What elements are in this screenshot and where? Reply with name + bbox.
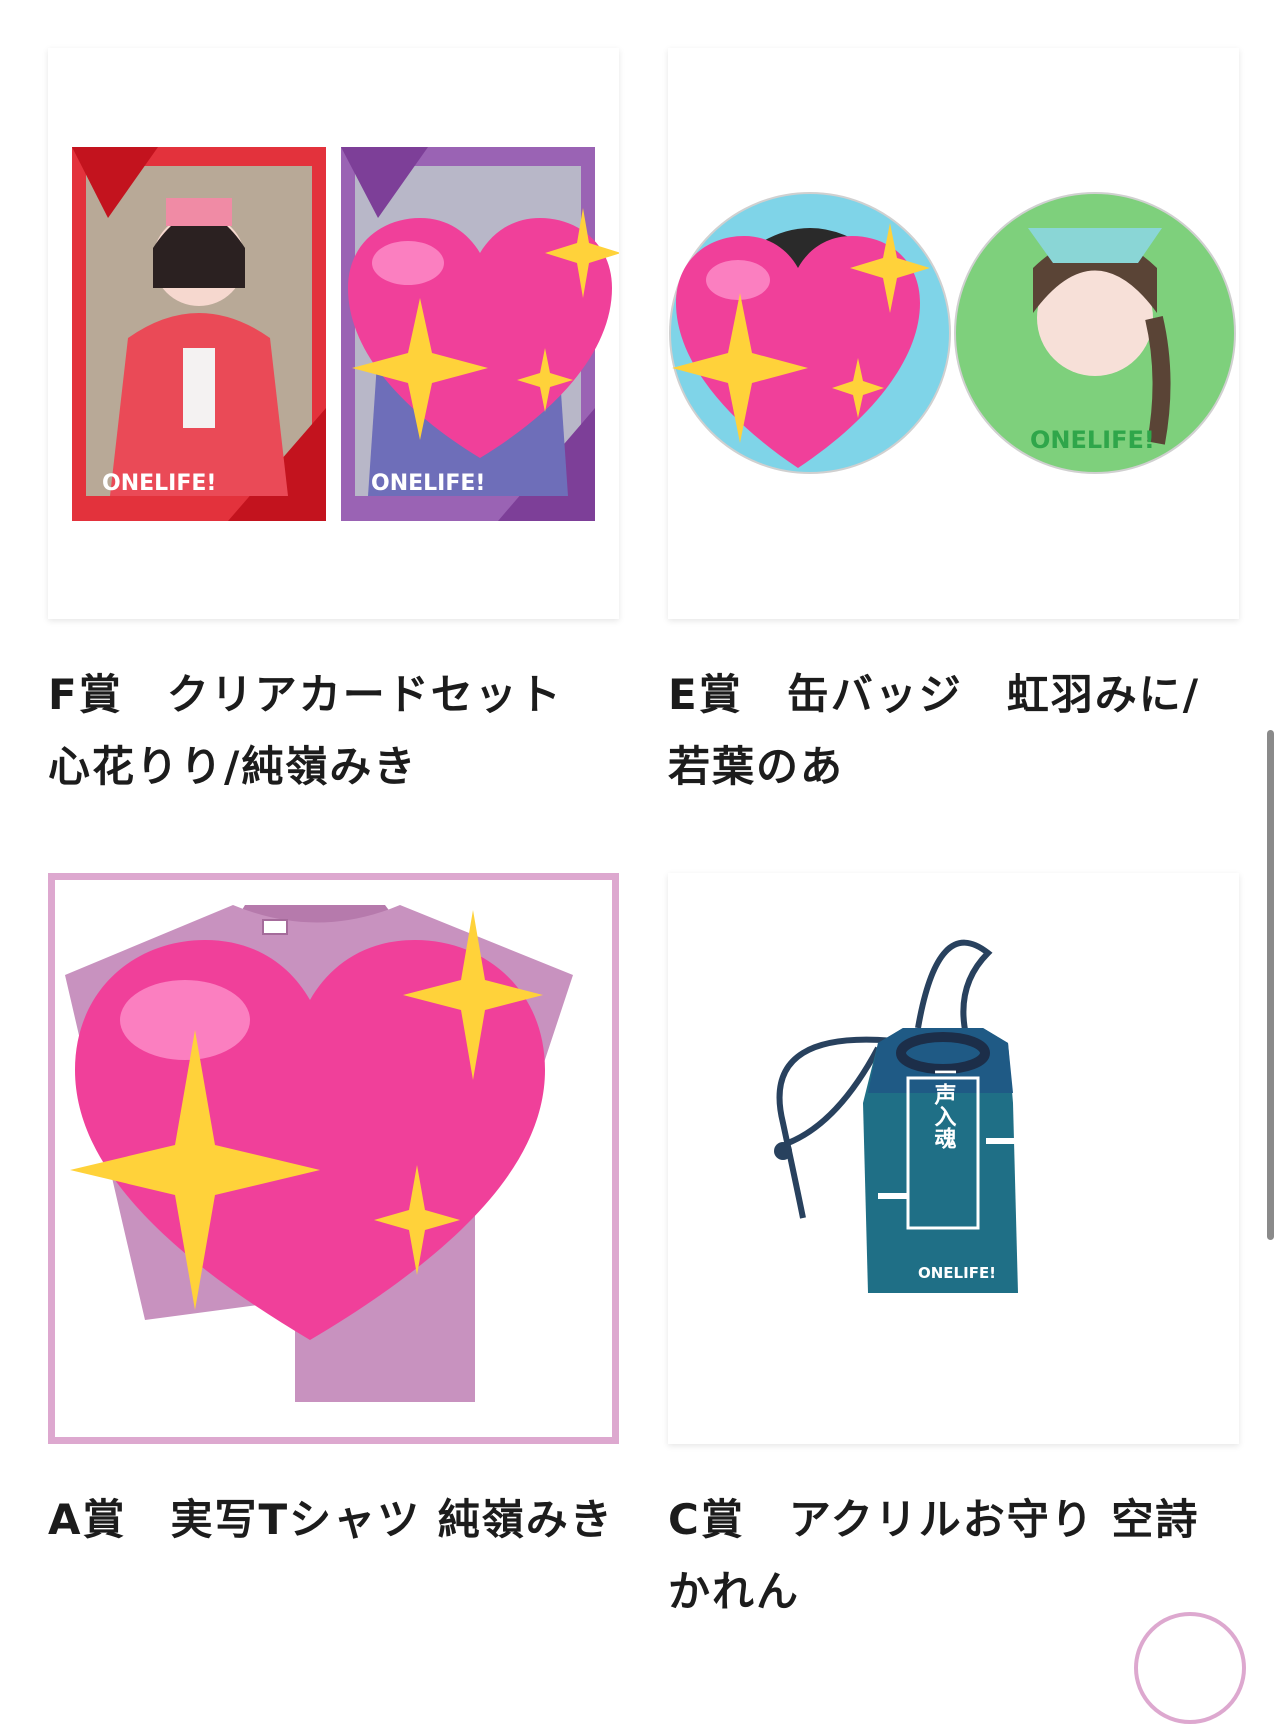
product-title-f[interactable]: F賞 クリアカードセット 心花りり/純嶺みき [48,659,619,803]
charm-text: 一声入魂 [931,1061,958,1150]
product-title-a-line1: A賞 実写Tシャツ 純嶺みき [48,1495,614,1544]
product-title-a[interactable]: A賞 実写Tシャツ 純嶺みき [48,1484,619,1556]
product-title-f-line2: 心花りり/純嶺みき [48,742,418,791]
product-title-e-line2: 若葉のあ [668,742,845,791]
product-card-f[interactable]: ONELIFE! ONELIFE! F賞 クリアカードセット 心花りり/純嶺みき [48,48,619,803]
product-image-f[interactable]: ONELIFE! ONELIFE! [48,48,619,619]
product-card-a[interactable]: A賞 実写Tシャツ 純嶺みき [48,873,619,1556]
badge-logo: ONELIFE! [1030,426,1155,454]
logo-left: ONELIFE! [102,471,216,496]
product-title-c[interactable]: C賞 アクリルお守り 空詩 かれん [668,1484,1239,1628]
logo-right: ONELIFE! [371,471,485,496]
product-title-f-line1: F賞 クリアカードセット [48,670,563,719]
floating-action-button[interactable] [1134,1612,1246,1724]
product-image-c[interactable]: 一声入魂 ONELIFE! [668,873,1239,1444]
product-title-c-line1: C賞 アクリルお守り 空詩 [668,1495,1200,1544]
product-title-e[interactable]: E賞 缶バッジ 虹羽みに/若葉のあ [668,659,1239,803]
charm-logo: ONELIFE! [918,1264,996,1282]
product-card-c[interactable]: 一声入魂 ONELIFE! C賞 アクリルお守り 空詩 かれん [668,873,1239,1628]
product-title-c-line2: かれん [668,1567,801,1616]
product-image-e[interactable]: ONELIFE! [668,48,1239,619]
can-badge-image: ONELIFE! [669,192,1236,474]
product-image-a[interactable] [48,873,619,1444]
product-card-e[interactable]: ONELIFE! E賞 缶バッジ 虹羽みに/若葉のあ [668,48,1239,803]
clear-card-set-image: ONELIFE! ONELIFE! [72,147,619,521]
tshirt-image [65,905,573,1402]
scrollbar[interactable] [1267,730,1274,1240]
omamori-charm-image: 一声入魂 ONELIFE! [774,939,1018,1293]
product-title-e-line1: E賞 缶バッジ 虹羽みに/ [668,670,1201,719]
